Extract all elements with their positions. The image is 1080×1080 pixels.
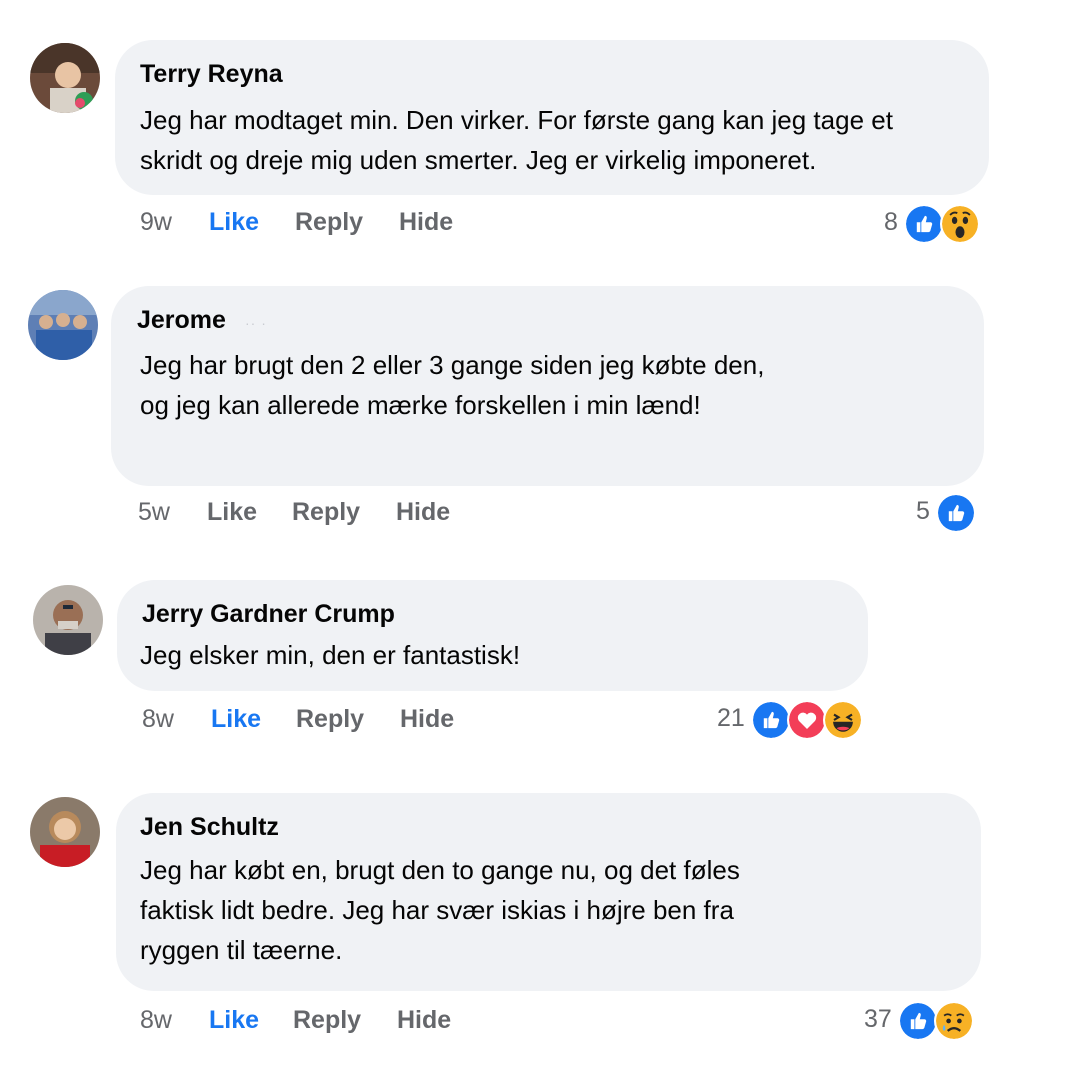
avatar[interactable] xyxy=(28,290,98,360)
avatar[interactable] xyxy=(30,797,100,867)
comment-text: Jeg har brugt den 2 eller 3 gange siden … xyxy=(140,350,765,420)
reaction-summary[interactable]: 5 xyxy=(912,493,982,533)
reaction-summary[interactable]: 21 xyxy=(715,700,865,740)
comment-text: Jeg har købt en, brugt den to gange nu, … xyxy=(140,855,740,965)
reply-button[interactable]: Reply xyxy=(292,498,360,527)
comment-author[interactable]: Terry Reyna xyxy=(140,60,283,89)
like-button[interactable]: Like xyxy=(209,208,259,237)
avatar[interactable] xyxy=(33,585,103,655)
hide-button[interactable]: Hide xyxy=(399,208,453,237)
comment-timestamp[interactable]: 5w xyxy=(138,498,170,527)
reaction-summary[interactable]: 8 xyxy=(880,204,990,244)
reply-button[interactable]: Reply xyxy=(295,208,363,237)
comment-timestamp[interactable]: 8w xyxy=(140,1006,172,1035)
comment-text: Jeg har modtaget min. Den virker. For fø… xyxy=(140,105,893,175)
sad-icon xyxy=(934,1001,974,1041)
comment-author[interactable]: Jen Schultz xyxy=(140,813,279,842)
comment-timestamp[interactable]: 9w xyxy=(140,208,172,237)
reply-button[interactable]: Reply xyxy=(293,1006,361,1035)
avatar[interactable] xyxy=(30,43,100,113)
hide-button[interactable]: Hide xyxy=(396,498,450,527)
reaction-summary[interactable]: 37 xyxy=(862,1001,977,1041)
like-button[interactable]: Like xyxy=(211,705,261,734)
comment-author[interactable]: Jerry Gardner Crump xyxy=(142,600,395,629)
haha-icon xyxy=(823,700,863,740)
love-icon xyxy=(787,700,827,740)
like-button[interactable]: Like xyxy=(207,498,257,527)
like-icon xyxy=(898,1001,938,1041)
like-button[interactable]: Like xyxy=(209,1006,259,1035)
author-suffix: ·· · xyxy=(245,315,267,331)
hide-button[interactable]: Hide xyxy=(397,1006,451,1035)
reply-button[interactable]: Reply xyxy=(296,705,364,734)
reaction-count: 8 xyxy=(884,208,898,236)
like-icon xyxy=(936,493,976,533)
comment-author[interactable]: Jerome xyxy=(137,306,226,335)
reaction-count: 37 xyxy=(864,1005,892,1033)
comment-text: Jeg elsker min, den er fantastisk! xyxy=(140,640,521,670)
wow-icon xyxy=(940,204,980,244)
reaction-count: 5 xyxy=(916,497,930,525)
like-icon xyxy=(751,700,791,740)
reaction-count: 21 xyxy=(717,704,745,732)
like-icon xyxy=(904,204,944,244)
hide-button[interactable]: Hide xyxy=(400,705,454,734)
comment-timestamp[interactable]: 8w xyxy=(142,705,174,734)
